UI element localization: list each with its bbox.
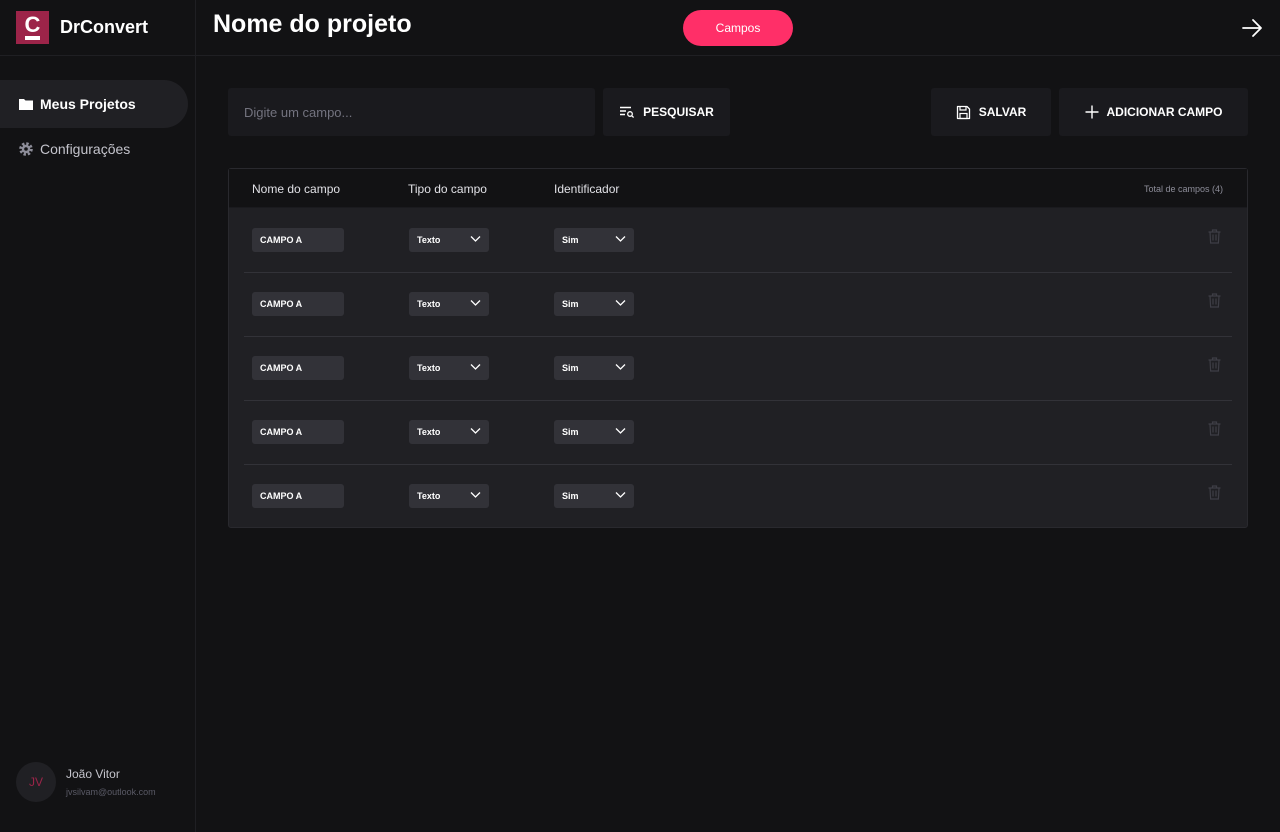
identifier-value: Sim xyxy=(562,427,579,437)
field-name-input[interactable]: CAMPO A xyxy=(252,228,344,252)
top-bar: Nome do projeto Campos xyxy=(196,0,1280,56)
plus-icon xyxy=(1085,105,1098,119)
user-name: João Vitor xyxy=(66,767,120,781)
column-header-tipo: Tipo do campo xyxy=(408,182,487,196)
field-type-select[interactable]: Texto xyxy=(409,228,489,252)
identifier-value: Sim xyxy=(562,491,579,501)
identifier-value: Sim xyxy=(562,363,579,373)
user-info: João Vitor jvsilvam@outlook.com xyxy=(66,767,156,797)
sidebar: C DrConvert Meus Projetos Configurações … xyxy=(0,0,196,832)
sidebar-item-configuracoes[interactable]: Configurações xyxy=(0,125,188,173)
search-list-icon xyxy=(620,106,635,118)
identifier-select[interactable]: Sim xyxy=(554,420,634,444)
chevron-down-icon xyxy=(615,236,626,242)
user-email: jvsilvam@outlook.com xyxy=(66,787,156,797)
chevron-down-icon xyxy=(615,492,626,498)
identifier-select[interactable]: Sim xyxy=(554,228,634,252)
folder-icon xyxy=(19,99,33,110)
trash-icon[interactable] xyxy=(1208,293,1221,308)
field-type-select[interactable]: Texto xyxy=(409,484,489,508)
field-name-input[interactable]: CAMPO A xyxy=(252,484,344,508)
field-type-select[interactable]: Texto xyxy=(409,420,489,444)
trash-icon[interactable] xyxy=(1208,357,1221,372)
column-header-identificador: Identificador xyxy=(554,182,620,196)
trash-icon[interactable] xyxy=(1208,421,1221,436)
chevron-down-icon xyxy=(470,364,481,370)
search-input[interactable] xyxy=(228,88,595,136)
brand: C DrConvert xyxy=(0,0,195,56)
identifier-select[interactable]: Sim xyxy=(554,292,634,316)
field-type-value: Texto xyxy=(417,363,441,373)
table-row: CAMPO A Texto Sim xyxy=(229,208,1247,272)
sidebar-item-label: Configurações xyxy=(40,141,131,157)
save-button[interactable]: SALVAR xyxy=(931,88,1051,136)
add-field-button[interactable]: ADICIONAR CAMPO xyxy=(1059,88,1248,136)
identifier-value: Sim xyxy=(562,299,579,309)
campos-tab-button[interactable]: Campos xyxy=(683,10,793,46)
gear-icon xyxy=(19,142,33,156)
avatar: JV xyxy=(16,762,56,802)
user-profile[interactable]: JV João Vitor jvsilvam@outlook.com xyxy=(16,762,156,802)
save-button-label: SALVAR xyxy=(978,105,1027,119)
table-header: Nome do campo Tipo do campo Identificado… xyxy=(229,169,1247,208)
sidebar-item-meus-projetos[interactable]: Meus Projetos xyxy=(0,80,188,128)
app-logo: C xyxy=(16,11,49,44)
table-row: CAMPO A Texto Sim xyxy=(229,336,1247,400)
field-type-value: Texto xyxy=(417,235,441,245)
page-title: Nome do projeto xyxy=(213,10,412,38)
field-name-input[interactable]: CAMPO A xyxy=(252,420,344,444)
field-type-select[interactable]: Texto xyxy=(409,292,489,316)
identifier-select[interactable]: Sim xyxy=(554,356,634,380)
table-row: CAMPO A Texto Sim xyxy=(229,464,1247,528)
chevron-down-icon xyxy=(615,364,626,370)
table-row: CAMPO A Texto Sim xyxy=(229,272,1247,336)
chevron-down-icon xyxy=(470,428,481,434)
search-button[interactable]: PESQUISAR xyxy=(603,88,730,136)
chevron-down-icon xyxy=(470,236,481,242)
trash-icon[interactable] xyxy=(1208,229,1221,244)
sidebar-item-label: Meus Projetos xyxy=(40,96,136,112)
field-name-input[interactable]: CAMPO A xyxy=(252,356,344,380)
chevron-down-icon xyxy=(470,300,481,306)
field-type-value: Texto xyxy=(417,299,441,309)
fields-table: Nome do campo Tipo do campo Identificado… xyxy=(228,168,1248,528)
arrow-right-icon[interactable] xyxy=(1240,16,1264,40)
app-name: DrConvert xyxy=(60,17,149,37)
sidebar-nav: Meus Projetos Configurações xyxy=(0,80,195,173)
trash-icon[interactable] xyxy=(1208,485,1221,500)
chevron-down-icon xyxy=(470,492,481,498)
table-row: CAMPO A Texto Sim xyxy=(229,400,1247,464)
field-type-value: Texto xyxy=(417,491,441,501)
field-type-select[interactable]: Texto xyxy=(409,356,489,380)
identifier-value: Sim xyxy=(562,235,579,245)
field-type-value: Texto xyxy=(417,427,441,437)
add-field-button-label: ADICIONAR CAMPO xyxy=(1106,105,1223,119)
identifier-select[interactable]: Sim xyxy=(554,484,634,508)
save-icon xyxy=(956,105,970,119)
search-button-label: PESQUISAR xyxy=(643,105,714,119)
column-header-nome: Nome do campo xyxy=(252,182,341,196)
toolbar: PESQUISAR SALVAR ADICIONAR CAMPO xyxy=(228,88,1248,136)
field-name-input[interactable]: CAMPO A xyxy=(252,292,344,316)
logo-letter: C xyxy=(24,11,41,37)
total-fields-count: Total de campos (4) xyxy=(1143,184,1223,194)
chevron-down-icon xyxy=(615,428,626,434)
chevron-down-icon xyxy=(615,300,626,306)
table-body: CAMPO A Texto Sim CAMPO A Texto Sim CAMP… xyxy=(229,208,1247,528)
